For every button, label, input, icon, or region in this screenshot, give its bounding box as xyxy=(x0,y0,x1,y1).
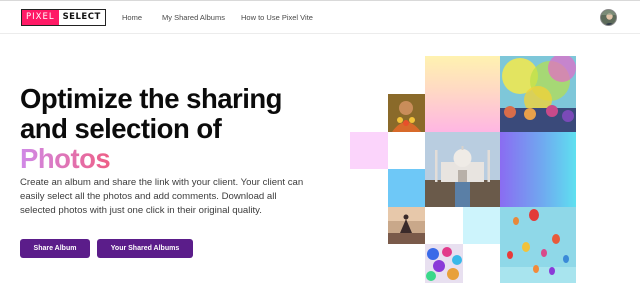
headline-line-2: and selection of xyxy=(20,113,222,144)
pink-square-tile xyxy=(350,132,388,169)
share-album-button[interactable]: Share Album xyxy=(20,239,90,258)
avatar[interactable] xyxy=(600,9,617,26)
yoga-sunset-photo xyxy=(388,207,425,244)
navbar: PIXEL SELECT Home My Shared Albums How t… xyxy=(0,1,640,34)
logo-part-pixel: PIXEL xyxy=(22,10,59,25)
nav-link-how-to-use[interactable]: How to Use Pixel Vite xyxy=(241,13,313,22)
holi-crowd-photo xyxy=(500,56,576,132)
light-blue-square-tile xyxy=(388,169,425,207)
logo-part-select: SELECT xyxy=(58,10,105,25)
taj-mahal-photo xyxy=(425,132,500,207)
gradient-yellow-pink-tile xyxy=(425,56,500,132)
logo[interactable]: PIXEL SELECT xyxy=(21,9,106,26)
hero-headline: Optimize the sharing and selection of Ph… xyxy=(20,84,282,174)
nav-link-home[interactable]: Home xyxy=(122,13,142,22)
pale-cyan-square-tile xyxy=(463,207,500,244)
headline-accent: Photos xyxy=(20,143,111,174)
hero-description: Create an album and share the link with … xyxy=(20,177,304,216)
colorful-festival-photo xyxy=(425,244,463,283)
nav-link-my-shared-albums[interactable]: My Shared Albums xyxy=(162,13,225,22)
your-shared-albums-button[interactable]: Your Shared Albums xyxy=(97,239,193,258)
purple-blue-gradient-tile xyxy=(500,132,576,207)
man-with-garland-photo xyxy=(388,94,425,132)
hot-air-balloons-photo xyxy=(500,207,576,283)
headline-line-1: Optimize the sharing xyxy=(20,83,282,114)
